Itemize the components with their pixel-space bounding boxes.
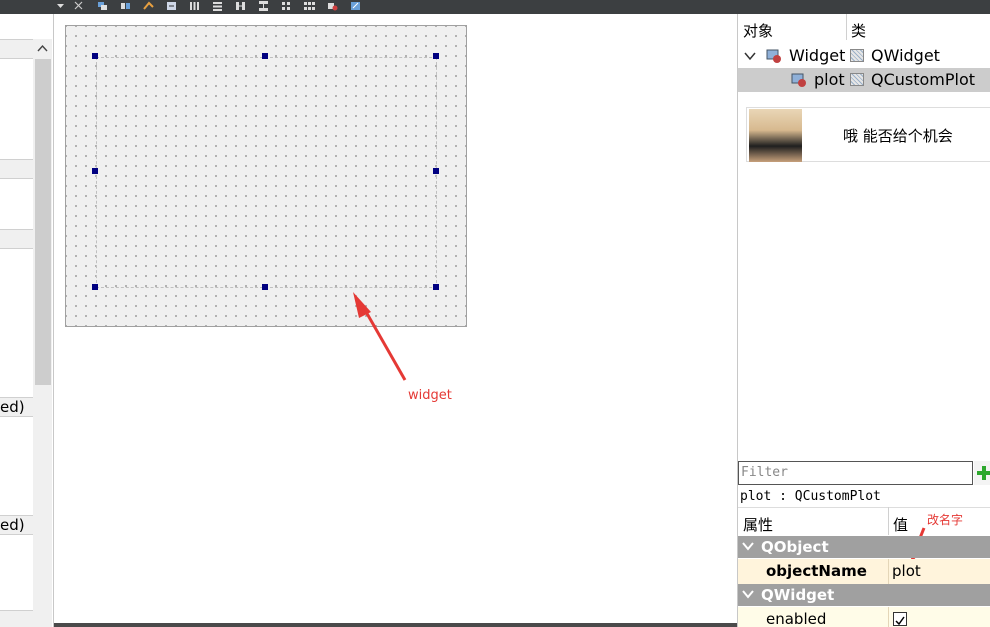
widget-box-category-header[interactable] (0, 229, 33, 249)
right-dock-panel: 对象 类 Widget QWidget plot QCustomPlot 哦 能… (737, 14, 990, 627)
resize-handle[interactable] (262, 284, 268, 290)
edit-tab-order-icon[interactable] (166, 1, 177, 11)
property-row-objectname[interactable]: objectName plot (738, 559, 990, 584)
property-filter-input[interactable]: Filter (738, 461, 973, 485)
form-editor-toolbar (0, 0, 990, 14)
property-name: objectName (766, 562, 867, 580)
edit-buddies-icon[interactable] (143, 1, 154, 11)
object-tree-row-widget[interactable]: Widget QWidget (738, 44, 990, 68)
widget-annotation: widget (408, 388, 452, 403)
object-class: QWidget (871, 46, 940, 65)
widget-box-category-header[interactable] (0, 159, 33, 179)
object-tree-row-plot[interactable]: plot QCustomPlot (738, 68, 990, 92)
current-object-label: plot : QCustomPlot (740, 489, 881, 504)
widget-object-icon (766, 49, 781, 63)
property-value-objectname[interactable]: plot (892, 562, 921, 580)
scrollbar-thumb[interactable] (35, 59, 51, 385)
layout-vertical-icon[interactable] (212, 1, 223, 11)
resize-handle[interactable] (92, 53, 98, 59)
widget-box-category-header[interactable] (0, 39, 33, 59)
plot-widget-outline[interactable] (96, 57, 437, 288)
layout-horizontal-icon[interactable] (189, 1, 200, 11)
annotation-arrow-icon (353, 292, 407, 381)
canvas-bottom-border (54, 623, 738, 627)
ad-banner[interactable]: 哦 能否给个机会 (746, 107, 990, 162)
edit-signals-icon[interactable] (120, 1, 131, 11)
collapse-arrow-icon[interactable] (742, 588, 754, 600)
adjust-size-icon[interactable] (350, 1, 361, 11)
layout-form-icon[interactable] (281, 1, 292, 11)
ad-photo (749, 109, 802, 162)
resize-handle[interactable] (433, 168, 439, 174)
property-name: enabled (766, 610, 827, 627)
layout-splitter-v-icon[interactable] (258, 1, 269, 11)
resize-handle[interactable] (92, 168, 98, 174)
enabled-checkbox[interactable] (893, 612, 907, 626)
edit-widgets-icon[interactable] (97, 1, 108, 11)
group-name: QWidget (761, 586, 835, 604)
layout-grid-icon[interactable] (304, 1, 315, 11)
collapse-arrow-icon[interactable] (742, 540, 754, 552)
add-dynamic-property-button[interactable] (974, 461, 990, 485)
widget-box-item-label[interactable]: ed) (0, 516, 25, 534)
checkmark-icon (895, 616, 905, 626)
dropdown-arrow-icon[interactable] (55, 1, 66, 11)
scroll-up-arrow-icon[interactable] (33, 39, 52, 57)
object-class: QCustomPlot (871, 70, 976, 89)
rename-annotation: 改名字 (927, 513, 964, 527)
widget-box-panel: ed) ed) (0, 14, 54, 627)
widget-box-category-header[interactable] (0, 610, 33, 627)
resize-handle[interactable] (262, 53, 268, 59)
property-row-enabled[interactable]: enabled (738, 607, 990, 627)
widget-object-icon (791, 73, 806, 87)
object-name: Widget (789, 46, 846, 65)
widget-box-item-label[interactable]: ed) (0, 398, 25, 416)
group-name: QObject (761, 538, 829, 556)
object-inspector-header: 对象 类 (738, 14, 990, 40)
column-header-object[interactable]: 对象 (743, 20, 773, 41)
break-layout-icon[interactable] (327, 1, 338, 11)
ad-text: 哦 能否给个机会 (843, 127, 953, 145)
close-icon[interactable] (73, 1, 84, 11)
expand-arrow-icon[interactable] (744, 51, 756, 61)
class-icon (850, 49, 864, 62)
class-icon (850, 73, 864, 86)
object-name: plot (814, 70, 845, 89)
layout-splitter-h-icon[interactable] (235, 1, 246, 11)
resize-handle[interactable] (92, 284, 98, 290)
column-header-property[interactable]: 属性 (743, 514, 773, 535)
property-group-qobject[interactable]: QObject (738, 536, 990, 558)
filter-placeholder: Filter (741, 465, 788, 480)
property-group-qwidget[interactable]: QWidget (738, 584, 990, 606)
resize-handle[interactable] (433, 284, 439, 290)
resize-handle[interactable] (433, 53, 439, 59)
column-header-class[interactable]: 类 (851, 20, 866, 41)
